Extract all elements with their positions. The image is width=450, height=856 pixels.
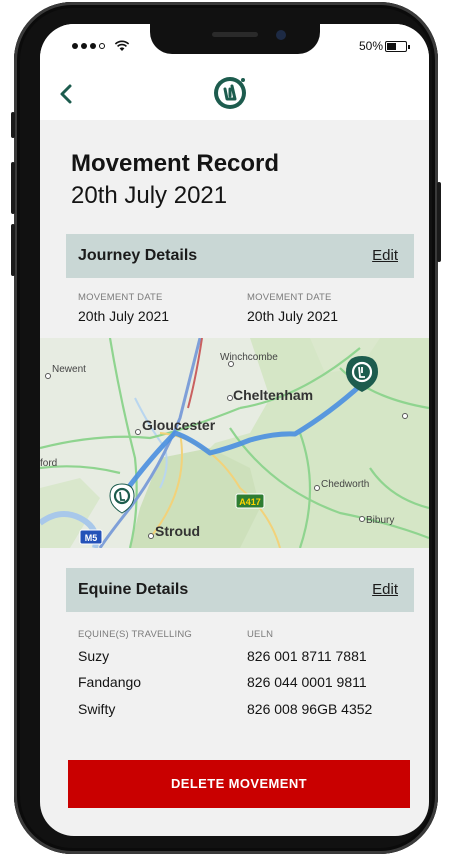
place-label-newent: Newent — [52, 364, 86, 375]
place-label-winchcombe: Winchcombe — [220, 352, 278, 363]
battery-icon — [385, 41, 410, 52]
wifi-icon — [114, 40, 130, 51]
chevron-left-icon — [60, 84, 72, 104]
place-label-chedworth: Chedworth — [321, 479, 369, 490]
power-button — [437, 182, 441, 262]
speaker — [212, 32, 258, 37]
place-label-cheltenham: Cheltenham — [233, 387, 313, 403]
delete-movement-button[interactable]: DELETE MOVEMENT — [68, 760, 410, 808]
section-title: Equine Details — [78, 581, 189, 598]
page-subtitle: 20th July 2021 — [71, 182, 228, 209]
place-label-bibury: Bibury — [366, 515, 394, 526]
battery-percentage: 50% — [358, 39, 383, 53]
journey-map[interactable]: Newent Winchcombe Cheltenham Gloucester … — [40, 338, 429, 548]
edit-equine-link[interactable]: Edit — [372, 581, 398, 598]
ueln-column-header: UELN — [247, 629, 274, 640]
equine-details-header: Equine Details Edit — [66, 568, 414, 612]
journey-details-header: Journey Details Edit — [66, 234, 414, 278]
movement-date-label: MOVEMENT DATE — [78, 292, 163, 303]
signal-strength-icon — [72, 43, 105, 49]
equine-column-header: EQUINE(S) TRAVELLING — [78, 629, 192, 640]
equine-name: Swifty — [78, 701, 116, 717]
road-shield-m5: M5 — [85, 533, 98, 543]
equine-ueln: 826 008 96GB 4352 — [247, 701, 373, 717]
equine-ueln: 826 044 0001 9811 — [247, 674, 367, 690]
mute-switch — [11, 112, 15, 138]
movement-date-value: 20th July 2021 — [78, 308, 170, 324]
movement-date-value: 20th July 2021 — [247, 308, 339, 324]
brand-logo-icon — [214, 77, 246, 109]
place-label-ford: ford — [40, 458, 57, 469]
app-screen: 50% Movement Record 20th July 2021 Journ… — [40, 24, 429, 836]
phone-frame: 50% Movement Record 20th July 2021 Journ… — [11, 2, 441, 854]
equine-name: Suzy — [78, 648, 110, 664]
front-camera — [276, 30, 286, 40]
road-shield-a417: A417 — [239, 497, 261, 507]
back-button[interactable] — [52, 76, 82, 112]
volume-up-button — [11, 162, 15, 214]
movement-date-label: MOVEMENT DATE — [247, 292, 332, 303]
navigation-bar — [40, 68, 429, 120]
equine-name: Fandango — [78, 674, 142, 690]
place-label-gloucester: Gloucester — [142, 417, 216, 433]
volume-down-button — [11, 224, 15, 276]
equine-ueln: 826 001 8711 7881 — [247, 648, 367, 664]
page-title: Movement Record — [71, 150, 280, 177]
edit-journey-link[interactable]: Edit — [372, 247, 398, 264]
section-title: Journey Details — [78, 247, 198, 264]
notch — [150, 24, 320, 54]
place-label-stroud: Stroud — [155, 523, 200, 539]
